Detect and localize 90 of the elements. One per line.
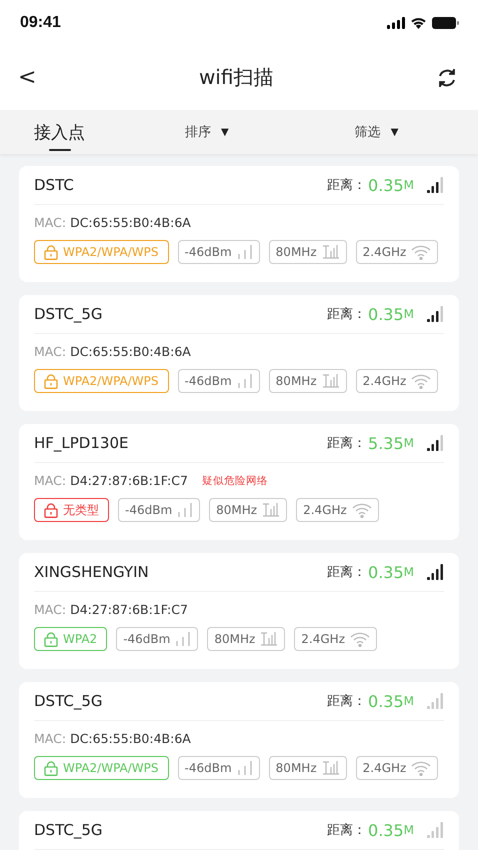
- signal-tag: -46dBm: [178, 756, 260, 780]
- security-tag: WPA2/WPA/WPS: [34, 756, 169, 780]
- security-tag: WPA2: [34, 627, 108, 651]
- network-name: DSTC_5G: [34, 305, 104, 323]
- signal-tag: -46dBm: [178, 240, 260, 264]
- cellular-signal-icon: [387, 16, 405, 28]
- network-name: DSTC: [34, 176, 75, 194]
- access-point-card[interactable]: DSTC_5G 距离：0.35M MAC: DC:65:55:B0:4B:6A WPA2/WPA/WPS -46dBm 80MHz 2.4GHz: [19, 682, 459, 798]
- wifi-icon: [411, 244, 432, 260]
- mac-address: D4:27:87:6B:1F:C7: [70, 473, 188, 488]
- access-point-card[interactable]: DSTC 距离：0.35M MAC: DC:65:55:B0:4B:6A WPA2/WPA/WPS -46dBm 80MHz 2.4GHz: [19, 166, 459, 282]
- wifi-icon: [411, 374, 432, 388]
- bandwidth-icon: [322, 374, 340, 388]
- mac-label: MAC:: [34, 602, 66, 617]
- access-point-card[interactable]: HF_LPD130E 距离：5.35M MAC: D4:27:87:6B:1F:C7 疑似危险网络 无类型 -46dBm 80MHz 2.4GHz: [19, 424, 459, 540]
- access-point-card[interactable]: DSTC_5G 距离：0.35M MAC: DC:65:55:B0:4B:6A WPA2/WPA/WPS -46dBm 80MHz 2.4GHz: [19, 295, 459, 411]
- wifi-icon: [352, 502, 372, 518]
- band-tag: 2.4GHz: [356, 756, 438, 780]
- distance-value: 0.35: [368, 176, 404, 194]
- distance-label: 距离：: [327, 177, 366, 194]
- distance-value: 0.35: [368, 304, 404, 324]
- signal-bars-icon: [236, 245, 253, 259]
- mac-address: DC:65:55:B0:4B:6A: [70, 215, 191, 230]
- battery-icon: [432, 16, 459, 28]
- bandwidth-icon: [260, 632, 278, 646]
- distance-label: 距离：: [327, 822, 366, 839]
- lock-icon: [44, 244, 58, 260]
- distance-unit: M: [404, 307, 414, 321]
- security-tag: WPA2/WPA/WPS: [34, 240, 169, 264]
- bandwidth-icon: [262, 503, 280, 517]
- distance-label: 距离：: [327, 693, 366, 710]
- network-name: DSTC_5G: [34, 692, 104, 710]
- band-tag: 2.4GHz: [294, 627, 377, 651]
- bandwidth-tag: 80MHz: [207, 627, 286, 651]
- distance-unit: M: [404, 178, 414, 192]
- tab[interactable]: 接入点: [34, 110, 85, 154]
- bandwidth-tag: 80MHz: [209, 498, 288, 522]
- mac-address: DC:65:55:B0:4B:6A: [70, 344, 191, 359]
- bandwidth-tag: 80MHz: [268, 240, 347, 264]
- distance-value: 0.35: [368, 562, 404, 582]
- signal-bars-icon: [236, 761, 253, 775]
- bandwidth-icon: [322, 245, 340, 259]
- bandwidth-tag: 80MHz: [268, 369, 347, 393]
- lock-icon: [44, 502, 58, 518]
- tab[interactable]: 排序 ▼: [185, 110, 229, 154]
- mac-label: MAC:: [34, 731, 66, 746]
- mac-label: MAC:: [34, 344, 66, 359]
- signal-tag: -46dBm: [178, 369, 260, 393]
- wifi-icon: [350, 632, 370, 646]
- page-title: wifi扫描: [198, 64, 274, 91]
- distance-unit: M: [404, 694, 414, 708]
- distance-label: 距离：: [327, 306, 366, 323]
- back-button[interactable]: <: [18, 65, 36, 90]
- mac-address: DC:65:55:B0:4B:6A: [70, 731, 191, 746]
- distance-label: 距离：: [327, 564, 366, 581]
- wifi-icon: [410, 16, 427, 28]
- access-point-card[interactable]: DSTC_5G 距离：0.35M: [19, 811, 459, 850]
- signal-bars-icon: [177, 503, 194, 517]
- security-tag: 无类型: [34, 498, 109, 522]
- bandwidth-tag: 80MHz: [268, 756, 347, 780]
- bandwidth-icon: [322, 761, 340, 775]
- danger-warning: 疑似危险网络: [202, 474, 268, 488]
- distance-unit: M: [404, 436, 414, 450]
- distance-value: 0.35: [368, 692, 404, 710]
- mac-label: MAC:: [34, 215, 66, 230]
- band-tag: 2.4GHz: [356, 240, 438, 264]
- status-time: 09:41: [20, 14, 61, 32]
- signal-bars-icon: [175, 632, 192, 646]
- signal-bars-icon: [236, 374, 253, 388]
- access-point-card[interactable]: XINGSHENGYIN 距离：0.35M MAC: D4:27:87:6B:1F:C7 WPA2 -46dBm 80MHz 2.4GHz: [19, 553, 459, 669]
- band-tag: 2.4GHz: [356, 369, 438, 393]
- band-tag: 2.4GHz: [296, 498, 379, 522]
- mac-label: MAC:: [34, 473, 66, 488]
- security-tag: WPA2/WPA/WPS: [34, 369, 169, 393]
- network-name: XINGSHENGYIN: [34, 563, 150, 581]
- distance-value: 5.35: [368, 434, 404, 452]
- network-name: HF_LPD130E: [34, 434, 130, 452]
- wifi-icon: [411, 760, 432, 776]
- distance-unit: M: [404, 565, 414, 579]
- distance-unit: M: [404, 823, 414, 837]
- mac-address: D4:27:87:6B:1F:C7: [70, 602, 188, 617]
- lock-icon: [44, 374, 58, 388]
- network-name: DSTC_5G: [34, 821, 104, 839]
- distance-label: 距离：: [327, 435, 366, 452]
- tab[interactable]: 筛选 ▼: [354, 110, 398, 154]
- distance-value: 0.35: [368, 820, 404, 840]
- signal-tag: -46dBm: [118, 498, 200, 522]
- lock-icon: [44, 760, 58, 776]
- signal-tag: -46dBm: [116, 627, 198, 651]
- lock-icon: [44, 632, 58, 646]
